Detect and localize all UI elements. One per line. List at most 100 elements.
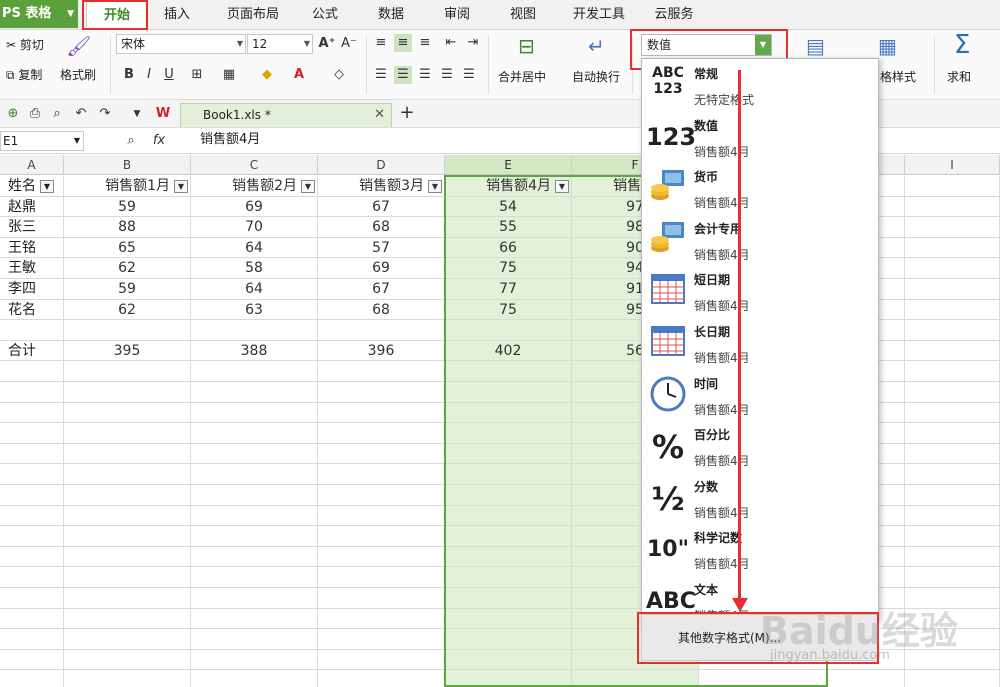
table-cell[interactable]: 姓名 ▼ — [0, 176, 64, 197]
table-style-icon[interactable]: ▦ — [878, 34, 897, 58]
sigma-icon[interactable]: Σ — [954, 30, 970, 60]
filter-dropdown-icon[interactable]: ▼ — [555, 179, 569, 193]
table-cell[interactable] — [905, 464, 1000, 485]
table-cell[interactable]: 63 — [191, 299, 318, 321]
format-option[interactable]: ½ 分数 销售额4月 — [642, 472, 878, 524]
table-cell[interactable] — [64, 320, 191, 341]
table-cell[interactable] — [0, 546, 64, 568]
tab-view[interactable]: 视图 — [498, 0, 548, 30]
filter-dropdown-icon[interactable]: ▼ — [174, 179, 188, 193]
table-cell[interactable] — [318, 670, 445, 687]
filter-dropdown-icon[interactable]: ▼ — [428, 179, 442, 193]
table-cell[interactable] — [445, 320, 572, 341]
format-option[interactable]: 会计专用 销售额4月 — [642, 214, 878, 266]
table-cell[interactable] — [905, 279, 1000, 300]
distribute-icon[interactable]: ☰ — [460, 66, 478, 84]
table-cell[interactable] — [0, 588, 64, 609]
table-cell[interactable]: 68 — [318, 217, 445, 238]
table-cell[interactable]: 55 — [445, 217, 572, 238]
table-cell[interactable] — [0, 629, 64, 650]
table-cell[interactable] — [445, 649, 572, 671]
table-cell[interactable] — [0, 505, 64, 527]
table-cell[interactable]: 合计 — [0, 340, 64, 362]
table-cell[interactable] — [191, 526, 318, 547]
table-cell[interactable] — [905, 505, 1000, 527]
table-cell[interactable] — [64, 382, 191, 403]
table-cell[interactable] — [318, 382, 445, 403]
table-cell[interactable] — [64, 423, 191, 444]
wrap-text-icon[interactable]: ↵ — [588, 34, 605, 58]
table-cell[interactable]: 70 — [191, 217, 318, 238]
table-cell[interactable]: 花名 — [0, 299, 64, 321]
table-cell[interactable] — [0, 526, 64, 547]
cut-button[interactable]: ✂ 剪切 — [6, 36, 44, 53]
table-cell[interactable]: 75 — [445, 299, 572, 321]
paintbrush-icon[interactable]: 🖌 — [66, 34, 91, 58]
table-cell[interactable]: 58 — [191, 258, 318, 279]
print-icon[interactable]: ⎙ — [26, 105, 44, 123]
fill-color-icon[interactable]: ◆ — [258, 66, 276, 84]
table-cell[interactable] — [905, 258, 1000, 279]
format-option[interactable]: ABC 123 常规 无特定格式 — [642, 59, 878, 111]
table-cell[interactable] — [445, 423, 572, 444]
format-painter-button[interactable]: 格式刷 — [60, 66, 96, 83]
table-cell[interactable]: 395 — [64, 340, 191, 362]
table-cell[interactable] — [445, 629, 572, 650]
table-cell[interactable] — [191, 649, 318, 671]
font-size-select[interactable]: 12 ▼ — [247, 34, 313, 54]
justify-icon[interactable]: ☰ — [438, 66, 456, 84]
table-cell[interactable] — [0, 485, 64, 506]
app-menu-button[interactable]: PS 表格 ▼ — [0, 0, 78, 28]
table-cell[interactable]: 54 — [445, 196, 572, 218]
table-cell[interactable] — [318, 443, 445, 465]
table-cell[interactable] — [905, 382, 1000, 403]
bold-icon[interactable]: B — [120, 66, 138, 84]
table-cell[interactable] — [64, 649, 191, 671]
table-cell[interactable] — [64, 608, 191, 630]
table-cell[interactable] — [0, 382, 64, 403]
column-header[interactable]: E — [445, 155, 572, 175]
table-cell[interactable] — [0, 402, 64, 424]
font-name-select[interactable]: 宋体 ▼ — [116, 34, 246, 54]
table-cell[interactable] — [445, 608, 572, 630]
column-header[interactable]: C — [191, 155, 318, 175]
table-cell[interactable] — [191, 485, 318, 506]
table-cell[interactable] — [318, 526, 445, 547]
column-header[interactable]: D — [318, 155, 445, 175]
font-color-icon[interactable]: A — [290, 66, 308, 84]
table-cell[interactable] — [0, 320, 64, 341]
format-option[interactable]: 10" 科学记数 销售额4月 — [642, 523, 878, 575]
number-format-dropdown[interactable]: ABC 123 常规 无特定格式 123 数值 销售额4月 货币 销售额4月 会计专用 销售额4月… — [641, 58, 879, 621]
align-left-icon[interactable]: ☰ — [372, 66, 390, 84]
table-cell[interactable] — [905, 176, 1000, 197]
table-cell[interactable] — [191, 505, 318, 527]
table-cell[interactable] — [64, 505, 191, 527]
table-cell[interactable] — [64, 629, 191, 650]
tab-cloud[interactable]: 云服务 — [646, 0, 702, 30]
table-cell[interactable] — [191, 588, 318, 609]
table-cell[interactable] — [905, 299, 1000, 321]
table-cell[interactable] — [445, 567, 572, 588]
indent-increase-icon[interactable]: ⇥ — [464, 34, 482, 52]
document-tab[interactable]: Book1.xls * ✕ — [180, 103, 392, 127]
table-cell[interactable] — [64, 567, 191, 588]
table-cell[interactable] — [0, 608, 64, 630]
table-cell[interactable] — [0, 567, 64, 588]
tab-developer[interactable]: 开发工具 — [562, 0, 636, 30]
format-option[interactable]: 时间 销售额4月 — [642, 369, 878, 421]
table-cell[interactable] — [445, 361, 572, 382]
table-cell[interactable]: 69 — [191, 196, 318, 218]
print-preview-icon[interactable]: ⌕ — [48, 105, 66, 123]
table-cell[interactable]: 59 — [64, 279, 191, 300]
table-cell[interactable] — [191, 320, 318, 341]
table-cell[interactable]: 67 — [318, 279, 445, 300]
table-cell[interactable]: 388 — [191, 340, 318, 362]
table-cell[interactable] — [572, 670, 699, 687]
table-cell[interactable]: 赵鼎 — [0, 196, 64, 218]
table-cell[interactable] — [0, 464, 64, 485]
table-cell[interactable] — [191, 608, 318, 630]
table-cell[interactable] — [318, 485, 445, 506]
increase-font-icon[interactable]: A⁺ — [318, 35, 336, 53]
underline-icon[interactable]: U — [160, 66, 178, 84]
table-cell[interactable] — [905, 423, 1000, 444]
